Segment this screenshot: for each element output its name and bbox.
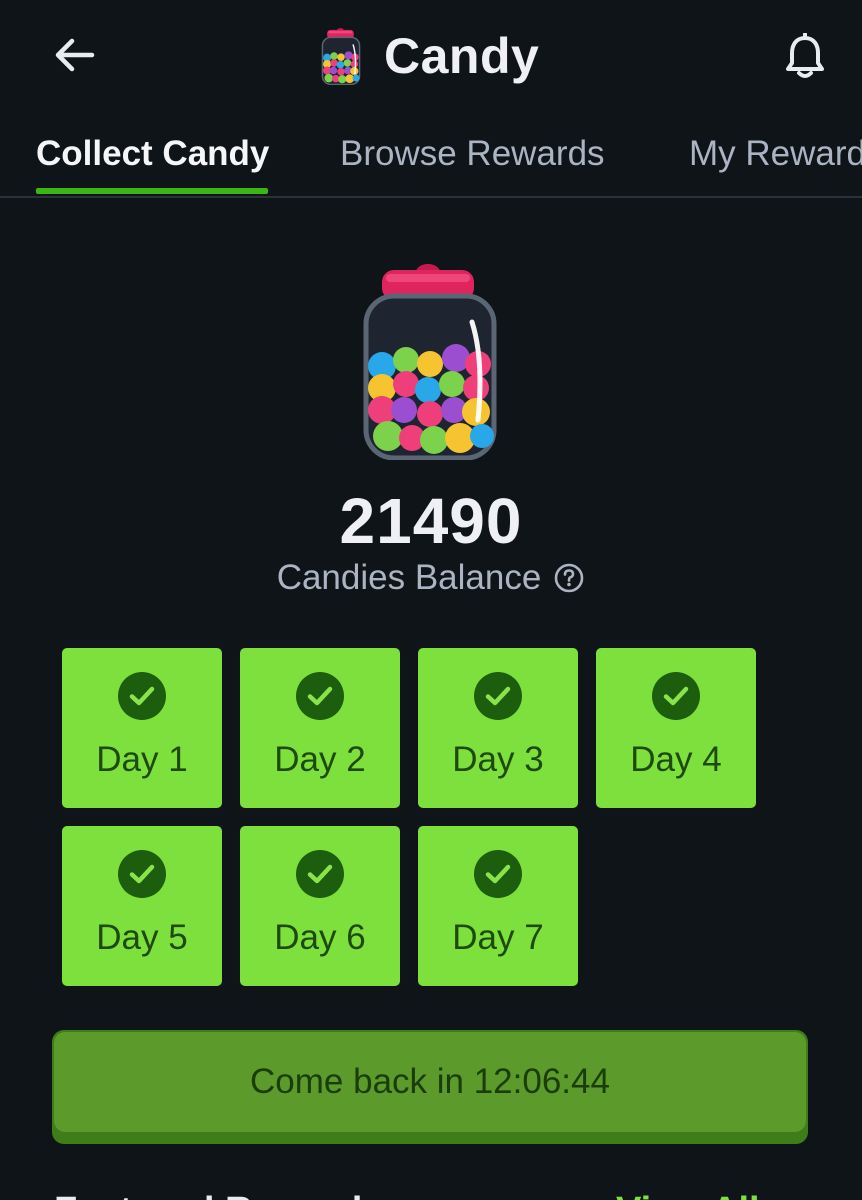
candy-balance-label: Candies Balance — [0, 558, 862, 598]
page-title: Candy — [318, 24, 539, 88]
top-app-bar: Candy — [0, 0, 862, 112]
arrow-left-icon — [55, 38, 95, 72]
bell-icon — [786, 33, 824, 78]
section-title: Featured Rewards — [54, 1190, 383, 1200]
day-card: Day 2 — [240, 648, 400, 808]
day-card: Day 6 — [240, 826, 400, 986]
check-circle-icon — [474, 850, 522, 898]
day-label: Day 4 — [630, 740, 722, 779]
notifications-button[interactable] — [776, 28, 834, 84]
check-circle-icon — [474, 672, 522, 720]
featured-section-header: Featured Rewards View All — [0, 1184, 862, 1200]
candy-jar-illustration — [360, 260, 500, 460]
check-circle-icon — [296, 850, 344, 898]
day-card: Day 5 — [62, 826, 222, 986]
day-card: Day 3 — [418, 648, 578, 808]
tab-my-rewards[interactable]: My Rewards — [689, 134, 862, 174]
collect-candy-button-label: Come back in 12:06:44 — [54, 1032, 806, 1132]
question-circle-icon[interactable] — [553, 562, 585, 594]
day-card: Day 4 — [596, 648, 756, 808]
day-card: Day 7 — [418, 826, 578, 986]
tab-bar: Collect Candy Browse Rewards My Rewards — [0, 120, 862, 198]
collect-candy-button[interactable]: Come back in 12:06:44 — [52, 1030, 808, 1144]
tab-browse-rewards[interactable]: Browse Rewards — [340, 134, 605, 174]
day-label: Day 1 — [96, 740, 188, 779]
candy-balance-label-text: Candies Balance — [276, 558, 542, 597]
active-tab-indicator — [36, 188, 268, 194]
day-label: Day 2 — [274, 740, 366, 779]
check-circle-icon — [118, 672, 166, 720]
view-all-link[interactable]: View All — [616, 1190, 760, 1200]
day-label: Day 6 — [274, 918, 366, 957]
tab-collect-candy[interactable]: Collect Candy — [36, 134, 269, 174]
back-button[interactable] — [46, 28, 102, 82]
day-label: Day 7 — [452, 918, 544, 957]
day-label: Day 5 — [96, 918, 188, 957]
page-title-text: Candy — [384, 28, 540, 84]
check-circle-icon — [296, 672, 344, 720]
candy-jar-icon — [318, 27, 364, 85]
day-label: Day 3 — [452, 740, 544, 779]
candy-balance-value: 21490 — [339, 485, 523, 557]
check-circle-icon — [652, 672, 700, 720]
day-card: Day 1 — [62, 648, 222, 808]
check-circle-icon — [118, 850, 166, 898]
